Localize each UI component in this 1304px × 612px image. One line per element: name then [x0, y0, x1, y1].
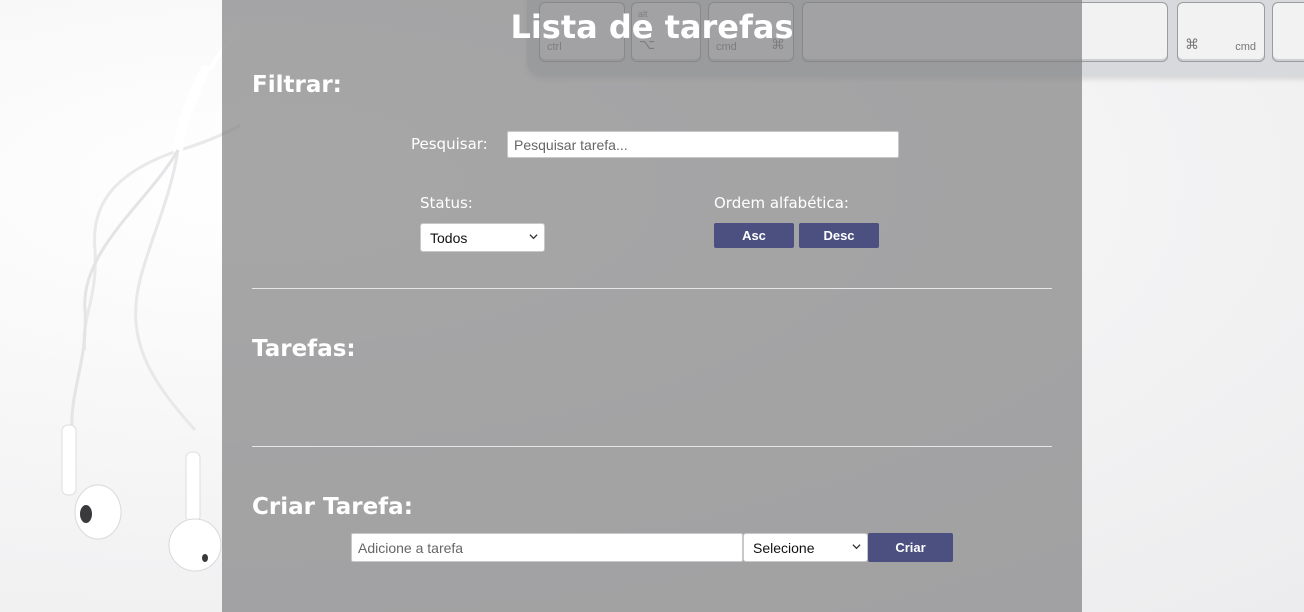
search-input[interactable] — [507, 131, 899, 158]
earphones-image — [61, 26, 240, 572]
filter-section-title: Filtrar: — [252, 72, 342, 98]
page-title: Lista de tarefas — [510, 8, 794, 46]
divider — [252, 446, 1052, 447]
task-list — [252, 375, 1052, 435]
divider — [252, 288, 1052, 289]
new-task-status-value: Selecione — [753, 539, 815, 556]
chevron-down-icon — [529, 233, 538, 239]
main-panel: Lista de tarefas Filtrar: Pesquisar: Sta… — [222, 0, 1082, 612]
sort-desc-button[interactable]: Desc — [799, 223, 879, 248]
status-select-value: Todos — [430, 229, 468, 246]
status-label: Status: — [420, 194, 473, 212]
order-label: Ordem alfabética: — [714, 194, 849, 212]
create-section-title: Criar Tarefa: — [252, 494, 413, 520]
keyboard-key: ⌘ cmd — [1177, 2, 1265, 62]
new-task-status-select[interactable]: Selecione — [743, 533, 868, 562]
keyboard-key — [1272, 2, 1304, 62]
tasks-section-title: Tarefas: — [252, 336, 356, 362]
chevron-down-icon — [852, 543, 861, 549]
new-task-input[interactable] — [351, 533, 743, 562]
search-label: Pesquisar: — [411, 135, 488, 153]
sort-asc-button[interactable]: Asc — [714, 223, 794, 248]
create-task-button[interactable]: Criar — [868, 533, 953, 562]
status-select[interactable]: Todos — [420, 223, 545, 252]
